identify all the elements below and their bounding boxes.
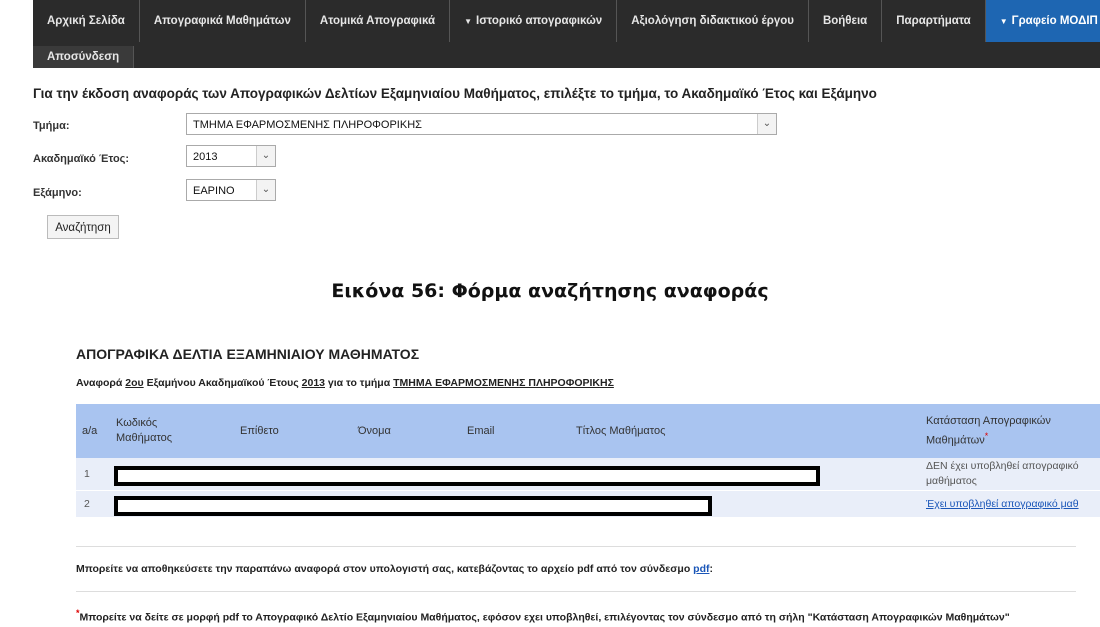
department-select-value: ΤΜΗΜΑ ΕΦΑΡΜΟΣΜΕΝΗΣ ΠΛΗΡΟΦΟΡΙΚΗΣ (193, 119, 422, 131)
department-label: Τμήμα: (33, 120, 70, 132)
nav-item-help[interactable]: Βοήθεια (809, 0, 883, 42)
figure-caption: Εικόνα 56: Φόρμα αναζήτησης αναφοράς (331, 280, 769, 302)
report-table: a/a Κωδικός Μαθήματος Επίθετο Όνομα Emai… (76, 404, 1100, 517)
pdf-link[interactable]: pdf (693, 563, 709, 575)
status-text: ΔΕΝ έχει υποβληθεί απογραφικό μαθήματος (926, 460, 1079, 487)
chevron-down-icon: ⌄ (256, 146, 275, 166)
column-header-email: Email (467, 424, 495, 437)
nav-label: Βοήθεια (822, 15, 868, 27)
chevron-down-icon: ⌄ (757, 114, 776, 134)
divider (76, 591, 1076, 592)
caret-down-icon: ▼ (999, 17, 1008, 26)
column-header-first-name: Όνομα (358, 424, 391, 437)
nav-label: Ιστορικό απογραφικών (476, 15, 603, 27)
subtitle-semester: 2ου (125, 377, 144, 389)
chevron-down-icon: ⌄ (256, 180, 275, 200)
table-header: a/a Κωδικός Μαθήματος Επίθετο Όνομα Emai… (76, 404, 1100, 458)
year-label: Ακαδημαϊκό Έτος: (33, 153, 130, 165)
column-header-status: Κατάσταση Απογραφικών Μαθημάτων* (926, 404, 1086, 458)
subtitle-department: ΤΜΗΜΑ ΕΦΑΡΜΟΣΜΕΝΗΣ ΠΛΗΡΟΦΟΡΙΚΗΣ (393, 377, 614, 389)
nav-label: Γραφείο ΜΟΔΙΠ (1011, 15, 1098, 27)
department-select[interactable]: ΤΜΗΜΑ ΕΦΑΡΜΟΣΜΕΝΗΣ ΠΛΗΡΟΦΟΡΙΚΗΣ ⌄ (186, 113, 777, 135)
report-subtitle: Αναφορά 2ου Εξαμήνου Ακαδημαϊκού Έτους 2… (76, 377, 614, 389)
nav-item-home[interactable]: Αρχική Σελίδα (33, 0, 140, 42)
divider (76, 546, 1076, 547)
caret-down-icon: ▼ (464, 17, 472, 26)
subtitle-text: για το τμήμα (325, 377, 394, 389)
status-link[interactable]: Έχει υποβληθεί απογραφικό μαθ (926, 491, 1098, 517)
subtitle-year: 2013 (301, 377, 325, 389)
nav-item-appendices[interactable]: Παραρτήματα (882, 0, 986, 42)
note-text: : (709, 563, 713, 575)
nav-row-primary: Αρχική Σελίδα Απογραφικά Μαθημάτων Ατομι… (33, 0, 1100, 42)
column-header-course-code: Κωδικός Μαθήματος (116, 417, 173, 444)
column-header-aa: a/a (82, 424, 98, 437)
table-row: 1 ΔΕΝ έχει υποβληθεί απογραφικό μαθήματο… (76, 458, 1100, 490)
nav-item-teaching-evaluation[interactable]: Αξιολόγηση διδακτικού έργου (617, 0, 809, 42)
pdf-view-note: *Μπορείτε να δείτε σε μορφή pdf το Απογρ… (76, 608, 1010, 624)
redaction-bar (114, 466, 820, 486)
row-number: 1 (84, 468, 90, 480)
status-header-label: Κατάσταση Απογραφικών Μαθημάτων (926, 414, 1051, 447)
note-text: Μπορείτε να αποθηκεύσετε την παραπάνω αν… (76, 563, 694, 575)
nav-item-inventory-history[interactable]: ▼ Ιστορικό απογραφικών (450, 0, 618, 42)
semester-select[interactable]: ΕΑΡΙΝΟ ⌄ (186, 179, 276, 201)
search-button[interactable]: Αναζήτηση (47, 215, 119, 239)
top-navigation: Αρχική Σελίδα Απογραφικά Μαθημάτων Ατομι… (33, 0, 1100, 68)
table-row: 2 Έχει υποβληθεί απογραφικό μαθ (76, 490, 1100, 517)
form-title: Για την έκδοση αναφοράς των Απογραφικών … (33, 86, 877, 101)
asterisk-icon: * (984, 430, 989, 441)
report-title: ΑΠΟΓΡΑΦΙΚΑ ΔΕΛΤΙΑ ΕΞΑΜΗΝΙΑΙΟΥ ΜΑΘΗΜΑΤΟΣ (76, 346, 420, 362)
year-select-value: 2013 (193, 151, 218, 163)
nav-item-logout[interactable]: Αποσύνδεση (33, 46, 135, 68)
redaction-bar (114, 496, 712, 516)
nav-label: Απογραφικά Μαθημάτων (153, 15, 291, 27)
download-note: Μπορείτε να αποθηκεύσετε την παραπάνω αν… (76, 563, 713, 575)
nav-label: Αξιολόγηση διδακτικού έργου (631, 15, 794, 27)
semester-select-value: ΕΑΡΙΝΟ (193, 185, 235, 197)
nav-row-secondary: Αποσύνδεση (33, 46, 135, 68)
nav-label: Αρχική Σελίδα (47, 15, 125, 27)
nav-item-modip-office[interactable]: ▼ Γραφείο ΜΟΔΙΠ (985, 0, 1100, 42)
nav-item-course-inventories[interactable]: Απογραφικά Μαθημάτων (140, 0, 306, 42)
note-text: Μπορείτε να δείτε σε μορφή pdf το Απογρα… (79, 611, 1010, 624)
subtitle-text: Αναφορά (76, 377, 126, 389)
nav-label: Ατομικά Απογραφικά (319, 15, 436, 27)
column-header-surname: Επίθετο (240, 424, 279, 437)
column-header-course-title: Τίτλος Μαθήματος (576, 424, 666, 437)
year-select[interactable]: 2013 ⌄ (186, 145, 276, 167)
subtitle-text: Εξαμήνου Ακαδημαϊκού Έτους (143, 377, 302, 389)
nav-item-individual-inventories[interactable]: Ατομικά Απογραφικά (306, 0, 451, 42)
nav-label: Παραρτήματα (896, 15, 971, 27)
semester-label: Εξάμηνο: (33, 187, 82, 199)
row-number: 2 (84, 498, 90, 510)
nav-label: Αποσύνδεση (47, 51, 120, 63)
